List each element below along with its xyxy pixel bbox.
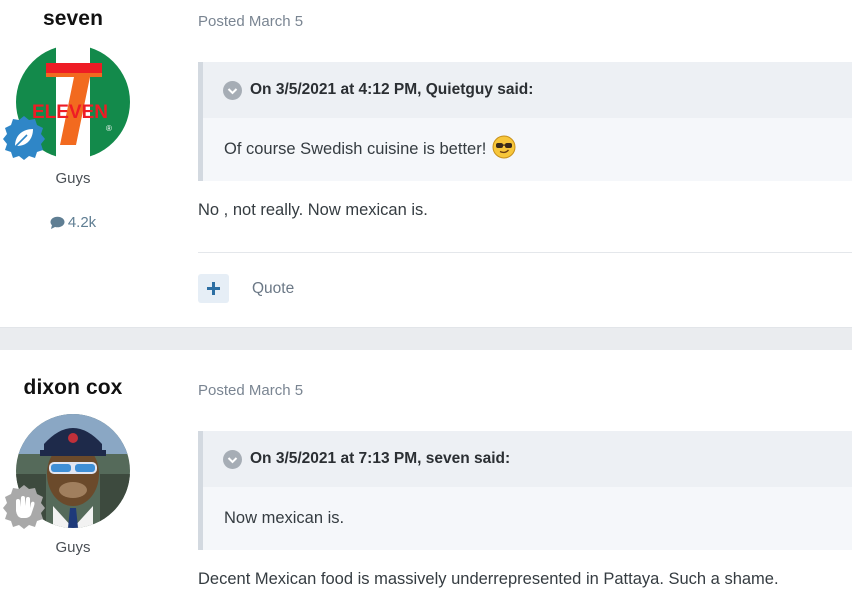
posted-date[interactable]: Posted March 5 [198, 382, 303, 399]
author-panel: seven ELEVEN ® Guys 4.2k [0, 0, 146, 231]
post-seven: seven ELEVEN ® Guys 4.2k Posted March 5 … [0, 0, 852, 328]
quote-citation: On 3/5/2021 at 4:12 PM, Quietguy said: [203, 62, 852, 118]
quote-text: Now mexican is. [224, 509, 345, 527]
quote-block: On 3/5/2021 at 7:13 PM, seven said: Now … [198, 431, 852, 550]
quote-content: Of course Swedish cuisine is better! [203, 118, 852, 181]
post-body: No , not really. Now mexican is. [198, 201, 428, 219]
post-separator [0, 328, 852, 350]
plus-icon [207, 282, 220, 295]
quote-text: Of course Swedish cuisine is better! [224, 140, 487, 158]
quote-block: On 3/5/2021 at 4:12 PM, Quietguy said: O… [198, 62, 852, 181]
quote-citation-text: On 3/5/2021 at 4:12 PM, Quietguy said: [250, 81, 534, 98]
leaf-rank-icon [1, 115, 47, 161]
quote-button[interactable]: Quote [252, 280, 294, 298]
author-panel: dixon cox Guys [0, 350, 146, 556]
cool-emoji-icon [492, 135, 516, 164]
avatar-wrap [3, 414, 130, 529]
quote-content: Now mexican is. [203, 487, 852, 550]
posted-date[interactable]: Posted March 5 [198, 13, 303, 30]
post-count[interactable]: 4.2k [0, 214, 146, 231]
quote-citation: On 3/5/2021 at 7:13 PM, seven said: [203, 431, 852, 487]
user-group: Guys [55, 170, 91, 187]
svg-text:®: ® [106, 124, 112, 133]
divider [198, 252, 852, 253]
chevron-down-icon[interactable] [223, 80, 242, 100]
post-body: Decent Mexican food is massively underre… [198, 570, 779, 588]
user-group: Guys [55, 539, 91, 556]
post-dixon-cox: dixon cox Guys Posted March 5 On 3/5/202… [0, 350, 852, 596]
multiquote-button[interactable] [198, 274, 229, 303]
post-count-value: 4.2k [67, 214, 97, 231]
avatar-wrap: ELEVEN ® [3, 45, 130, 160]
chevron-down-icon[interactable] [223, 449, 242, 469]
author-name[interactable]: seven [0, 7, 146, 31]
quote-citation-text: On 3/5/2021 at 7:13 PM, seven said: [250, 450, 511, 467]
hand-rank-icon [1, 484, 47, 530]
comment-icon [50, 216, 65, 229]
author-name[interactable]: dixon cox [0, 376, 146, 400]
